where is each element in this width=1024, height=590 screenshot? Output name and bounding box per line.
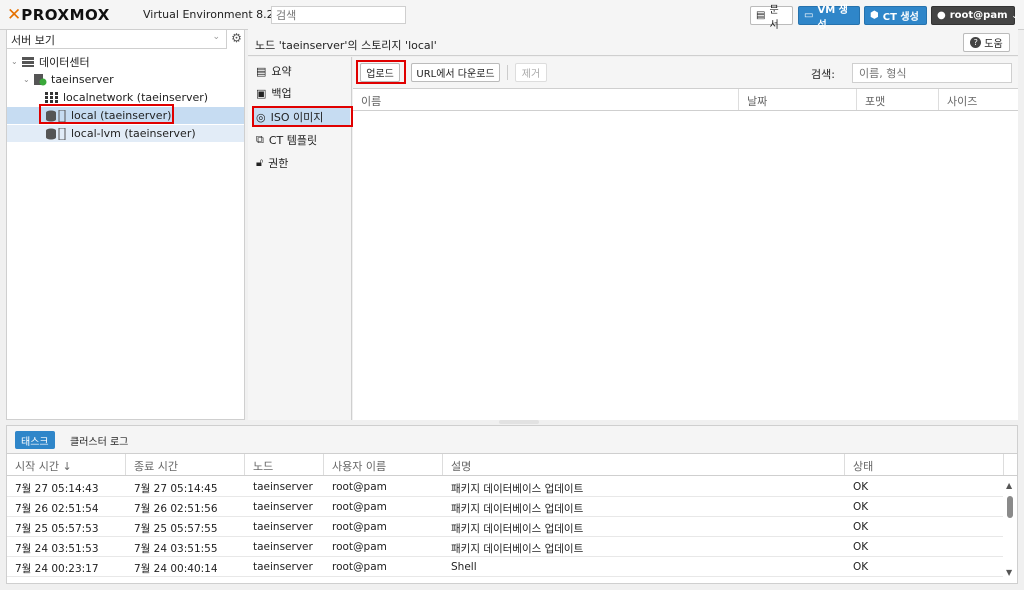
task-row[interactable]: 7월 26 02:51:54 7월 26 02:51:56 taeinserve…	[7, 497, 1003, 517]
node-online-icon	[33, 73, 47, 86]
floppy-icon: ▣	[256, 86, 267, 100]
monitor-icon: ▭	[804, 10, 814, 21]
question-icon: ?	[970, 37, 982, 48]
storage-icon	[45, 109, 67, 122]
book-icon: ▤	[256, 64, 267, 78]
task-scrollbar[interactable]: ▲ ▼	[1004, 476, 1016, 580]
nav-item-ct-templates[interactable]: ⧉ CT 템플릿	[253, 130, 350, 150]
view-select[interactable]: 서버 보기 ⌄	[7, 30, 227, 49]
page-title: 노드 'taeinserver'의 스토리지 'local'	[255, 39, 437, 52]
chevron-down-icon: ⌄	[11, 57, 18, 66]
column-date[interactable]: 날짜	[739, 89, 857, 110]
create-ct-button[interactable]: ⬢ CT 생성	[864, 6, 927, 25]
nav-item-iso-images[interactable]: ◎ ISO 이미지	[253, 107, 350, 127]
version-label: Virtual Environment 8.2.4	[143, 8, 285, 21]
column-format[interactable]: 포맷	[857, 89, 939, 110]
nav-item-permissions[interactable]: 🔓︎ 권한	[253, 153, 350, 173]
resource-tree-panel: 서버 보기 ⌄ ⚙ ⌄ 데이터센터 ⌄ taeinserver localnet…	[6, 29, 245, 420]
gear-icon[interactable]: ⚙	[229, 31, 244, 48]
task-tabs: 태스크 클러스터 로그	[7, 426, 1017, 454]
task-row[interactable]: 7월 24 03:51:53 7월 24 03:51:55 taeinserve…	[7, 537, 1003, 557]
book-icon: ▤	[756, 10, 766, 21]
toolbar: 업로드 URL에서 다운로드 제거 검색:	[353, 57, 1018, 88]
global-search-input[interactable]	[271, 6, 406, 24]
column-end-time[interactable]: 종료 시간	[126, 454, 245, 475]
top-bar: ✕ PROXMOX Virtual Environment 8.2.4 ▤ 문서…	[0, 0, 1024, 31]
disc-icon: ◎	[256, 110, 266, 124]
chevron-down-icon: ⌄	[212, 32, 220, 42]
tree-item-localnetwork[interactable]: localnetwork (taeinserver)	[7, 89, 244, 106]
task-row[interactable]: 7월 27 05:14:43 7월 27 05:14:45 taeinserve…	[7, 477, 1003, 497]
task-row[interactable]: 7월 24 00:23:17 7월 24 00:40:14 taeinserve…	[7, 557, 1003, 577]
search-label: 검색:	[811, 68, 835, 81]
logo-text: PROXMOX	[21, 6, 110, 24]
proxmox-logo[interactable]: ✕ PROXMOX	[7, 5, 110, 25]
chevron-down-icon: ⌄	[23, 75, 30, 84]
storage-icon	[45, 127, 67, 140]
column-user[interactable]: 사용자 이름	[324, 454, 443, 475]
iso-images-panel: 업로드 URL에서 다운로드 제거 검색: 이름 날짜 포맷 사이즈	[353, 57, 1018, 420]
tree-item-local-lvm-storage[interactable]: local-lvm (taeinserver)	[7, 125, 244, 142]
tree-item-local-storage[interactable]: local (taeinserver)	[7, 107, 244, 124]
create-vm-button[interactable]: ▭ VM 생성	[798, 5, 860, 31]
chevron-down-icon: ⌄	[1011, 11, 1019, 20]
storage-nav-panel: ▤ 요약 ▣ 백업 ◎ ISO 이미지 ⧉ CT 템플릿 🔓︎ 권한	[248, 57, 352, 420]
column-size[interactable]: 사이즈	[939, 89, 1018, 110]
template-icon: ⧉	[256, 133, 264, 146]
scroll-up-icon[interactable]: ▲	[1006, 481, 1012, 490]
tree-item-node[interactable]: ⌄ taeinserver	[7, 71, 244, 88]
help-button[interactable]: ? 도움	[963, 33, 1010, 52]
nav-item-summary[interactable]: ▤ 요약	[253, 61, 350, 81]
scroll-down-icon[interactable]: ▼	[1006, 568, 1012, 577]
nav-item-backup[interactable]: ▣ 백업	[253, 83, 350, 103]
task-log-panel: 태스크 클러스터 로그 시작 시간 ↓ 종료 시간 노드 사용자 이름 설명 상…	[6, 425, 1018, 584]
search-input[interactable]	[852, 63, 1012, 83]
tab-cluster-log[interactable]: 클러스터 로그	[64, 431, 134, 449]
column-description[interactable]: 설명	[443, 454, 845, 475]
grid-header: 이름 날짜 포맷 사이즈	[353, 88, 1018, 111]
remove-button[interactable]: 제거	[515, 63, 547, 82]
network-grid-icon	[45, 91, 59, 104]
user-icon: ●	[937, 10, 946, 21]
upload-button[interactable]: 업로드	[360, 63, 400, 82]
toolbar-separator	[507, 65, 508, 80]
user-menu-button[interactable]: ● root@pam ⌄	[931, 6, 1018, 25]
tree-item-datacenter[interactable]: ⌄ 데이터센터	[7, 53, 244, 70]
task-row[interactable]: 7월 25 05:57:53 7월 25 05:57:55 taeinserve…	[7, 517, 1003, 537]
scrollbar-thumb[interactable]	[1007, 496, 1013, 518]
unlock-icon: 🔓︎	[256, 156, 264, 169]
column-node[interactable]: 노드	[245, 454, 324, 475]
content-header: 노드 'taeinserver'의 스토리지 'local' ? 도움	[248, 29, 1018, 56]
cube-icon: ⬢	[870, 10, 879, 21]
task-grid-header: 시작 시간 ↓ 종료 시간 노드 사용자 이름 설명 상태	[7, 454, 1017, 476]
server-rack-icon	[21, 56, 35, 68]
download-from-url-button[interactable]: URL에서 다운로드	[411, 63, 500, 82]
docs-button[interactable]: ▤ 문서	[750, 5, 793, 31]
column-start-time[interactable]: 시작 시간 ↓	[7, 454, 126, 475]
column-name[interactable]: 이름	[353, 89, 739, 110]
tab-tasks[interactable]: 태스크	[15, 431, 55, 449]
column-status[interactable]: 상태	[845, 454, 1004, 475]
